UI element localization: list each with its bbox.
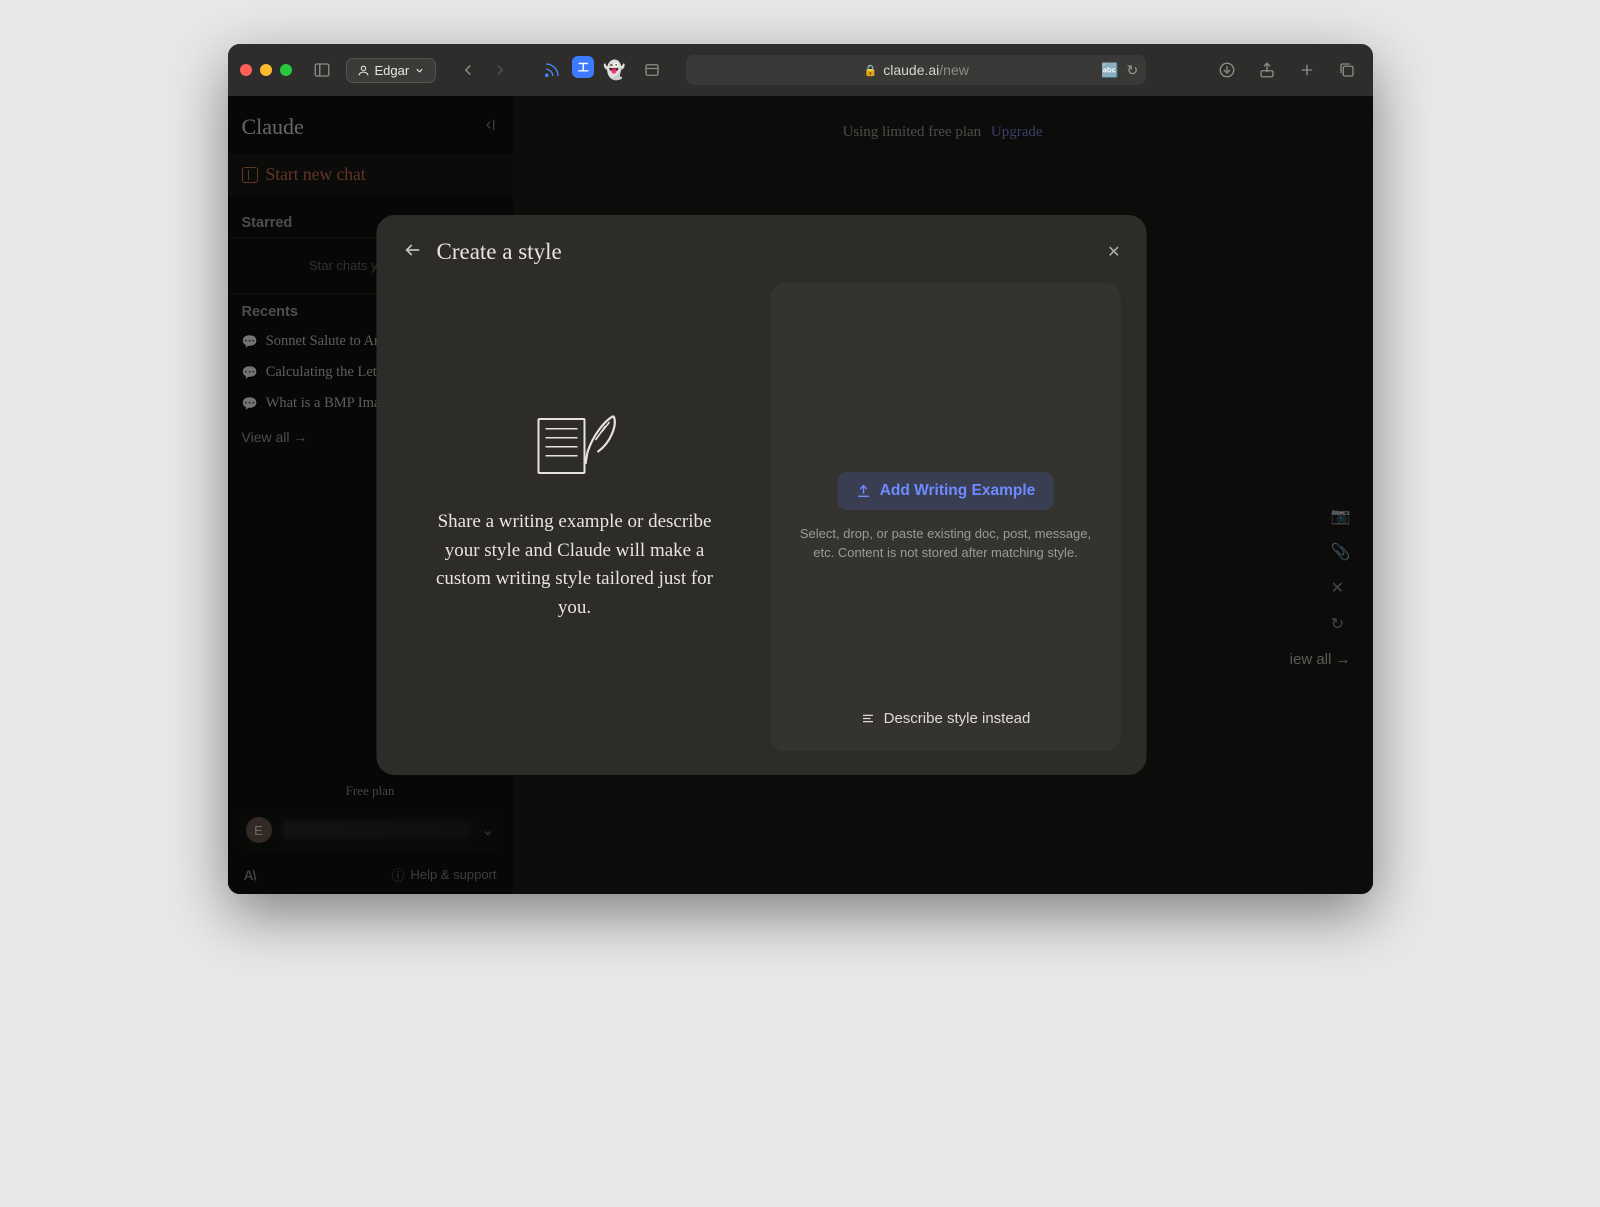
new-tab-icon[interactable]	[1293, 56, 1321, 84]
downloads-icon[interactable]	[1213, 56, 1241, 84]
modal-left-pane: Share a writing example or describe your…	[403, 283, 747, 751]
upload-icon	[856, 483, 872, 499]
chevron-down-icon	[414, 65, 425, 76]
modal-description: Share a writing example or describe your…	[423, 508, 727, 622]
url-path: /new	[939, 62, 969, 78]
sidebar-toggle-icon[interactable]	[308, 56, 336, 84]
extensions: 工 👻	[538, 56, 628, 84]
nav-arrows	[452, 56, 516, 84]
content-area: Claude Start new chat Starred Star chats…	[228, 96, 1373, 894]
extension-icon[interactable]: 工	[572, 56, 594, 78]
forward-button	[484, 56, 516, 84]
modal-close-button[interactable]: ✕	[1107, 242, 1120, 262]
lock-icon: 🔒	[864, 64, 878, 77]
browser-window: Edgar 工 👻 🔒 claude.ai/new 🔤 ↻	[228, 44, 1373, 894]
text-align-icon	[861, 711, 876, 726]
maximize-window-button[interactable]	[280, 64, 292, 76]
close-window-button[interactable]	[240, 64, 252, 76]
create-style-modal: Create a style ✕ Share a writing example…	[377, 215, 1147, 775]
reload-icon[interactable]: ↻	[1126, 62, 1138, 79]
address-bar[interactable]: 🔒 claude.ai/new 🔤 ↻	[686, 55, 1146, 85]
tabs-icon[interactable]	[1333, 56, 1361, 84]
titlebar: Edgar 工 👻 🔒 claude.ai/new 🔤 ↻	[228, 44, 1373, 96]
add-button-label: Add Writing Example	[880, 482, 1036, 500]
modal-title: Create a style	[437, 239, 1094, 265]
back-button[interactable]	[452, 56, 484, 84]
modal-back-button[interactable]	[403, 240, 423, 265]
profile-menu[interactable]: Edgar	[346, 58, 437, 83]
window-controls	[240, 64, 292, 76]
describe-style-button[interactable]: Describe style instead	[771, 710, 1121, 727]
add-writing-example-button[interactable]: Add Writing Example	[838, 472, 1054, 510]
rss-icon[interactable]	[538, 56, 566, 84]
translate-icon[interactable]: 🔤	[1101, 62, 1118, 79]
quill-illustration	[530, 412, 620, 482]
describe-style-label: Describe style instead	[884, 710, 1031, 727]
upload-hint: Select, drop, or paste existing doc, pos…	[796, 524, 1096, 563]
url-host: claude.ai	[883, 62, 939, 78]
titlebar-right	[1213, 56, 1361, 84]
upload-drop-zone[interactable]: Add Writing Example Select, drop, or pas…	[771, 283, 1121, 751]
ghost-extension-icon[interactable]: 👻	[600, 56, 628, 84]
profile-name: Edgar	[375, 63, 410, 78]
reader-icon[interactable]	[638, 56, 666, 84]
minimize-window-button[interactable]	[260, 64, 272, 76]
share-icon[interactable]	[1253, 56, 1281, 84]
